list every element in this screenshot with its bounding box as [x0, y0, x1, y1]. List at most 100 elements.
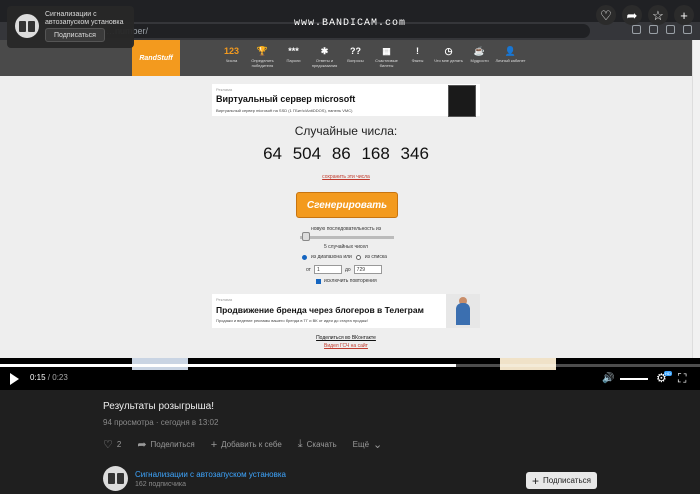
download-button[interactable]: ⤓ Скачать	[298, 438, 337, 451]
like-count: 2	[116, 440, 122, 449]
count-slider-track	[300, 236, 394, 239]
notification-avatar	[15, 14, 39, 38]
chevron-down-icon: ⌄	[373, 439, 383, 451]
channel-avatar[interactable]	[103, 466, 128, 491]
radio-range-dot	[302, 254, 307, 260]
heart-icon: ♡	[103, 439, 113, 451]
vk-share-link: Поделиться во ВКонтакте	[316, 335, 376, 341]
nav-glyph: ??	[350, 46, 361, 56]
site-nav-label: Счастливые билеты	[375, 58, 398, 68]
ad-desc: Виртуальный сервер microsoft на SSD (1 Г…	[216, 108, 353, 113]
nav-glyph: !	[416, 46, 419, 56]
fullscreen-icon[interactable]: ⛶	[678, 371, 686, 386]
progress-fill	[0, 364, 457, 367]
video-top-actions: ♡ ➦ ☆ +	[596, 5, 694, 25]
ad-bottom: Реклама Продвижение бренда через блогеро…	[212, 294, 480, 328]
ad-title: Продвижение бренда через блогеров в Теле…	[216, 305, 424, 315]
ad-source: Реклама	[216, 297, 233, 302]
exclude-checkbox-row: исключить повторения	[316, 278, 377, 284]
recorded-browser-icons	[632, 25, 692, 34]
publish-date: сегодня в 13:02	[160, 418, 219, 427]
notification-subscribe-button[interactable]: Подписаться	[45, 28, 105, 42]
site-nav-label: Ответы и предсказания	[311, 58, 338, 68]
from-input: 1	[313, 265, 342, 274]
site-logo: RandStuff	[132, 40, 180, 76]
random-numbers: 64 504 86 168 346	[263, 144, 429, 163]
channel-name[interactable]: Сигнализации с автозапуском установка	[135, 470, 286, 479]
site-nav-label: Определить победителя	[251, 58, 274, 68]
progress-bar[interactable]	[0, 364, 700, 367]
from-label: от	[306, 266, 311, 273]
wheel-icon: ✱	[320, 46, 329, 56]
video-actions: ♡ 2 ➦ Поделиться + Добавить к себе ⤓ Скачать…	[103, 438, 398, 451]
site-nav-item: ?? Вопросы	[340, 44, 371, 68]
recorded-website: RandStuff 123 Числа 🏆 Определить победителя…	[0, 40, 700, 358]
server-image	[448, 85, 476, 117]
subscribe-notification: Сигнализации с автозапуском установка По…	[7, 6, 134, 48]
plus-icon[interactable]: +	[674, 5, 694, 25]
more-label: Ещё	[352, 440, 370, 449]
generate-button: Сгенерировать	[296, 192, 398, 218]
time-display: 0:15 / 0:23	[30, 373, 68, 382]
site-nav-label: Мудрости	[470, 58, 489, 63]
channel-subscribers: 162 подписчика	[135, 481, 187, 488]
share-icon[interactable]: ➦	[622, 5, 642, 25]
ticket-icon: ▦	[382, 46, 391, 56]
exclude-checkbox	[316, 278, 321, 284]
play-icon[interactable]	[10, 373, 19, 385]
count-slider-knob	[302, 232, 310, 241]
duration: 0:23	[52, 373, 68, 382]
download-label: Скачать	[306, 440, 337, 449]
range-inputs: от 1 до 729	[306, 265, 382, 274]
more-button[interactable]: Ещё ⌄	[353, 438, 383, 451]
page-root: …number/ www.BANDICAM.com RandStuff 123Ч…	[0, 0, 700, 494]
current-time: 0:15	[30, 373, 46, 382]
add-label: Добавить к себе	[221, 440, 282, 449]
site-scrollbar	[692, 40, 700, 358]
heart-icon[interactable]: ♡	[596, 5, 616, 25]
download-icon: ⤓	[297, 438, 303, 450]
share-icon: ➦	[137, 439, 147, 451]
video-player[interactable]: …number/ www.BANDICAM.com RandStuff 123Ч…	[0, 0, 700, 390]
ad-desc: Продажи и ведение рекламы вашего бренда …	[216, 318, 368, 323]
hd-badge: HD	[664, 371, 672, 376]
video-meta: 94 просмотра · сегодня в 13:02	[103, 418, 219, 427]
site-nav-item: 👤 Личный кабинет	[495, 44, 526, 68]
subscribe-label: Подписаться	[543, 476, 591, 485]
star-icon[interactable]: ☆	[648, 5, 668, 25]
notification-text: Сигнализации с автозапуском установка	[45, 11, 124, 26]
site-nav-label: Факты	[411, 58, 424, 63]
site-nav-item: ! Факты	[402, 44, 433, 68]
add-button[interactable]: + Добавить к себе	[211, 439, 282, 451]
ad-top: Реклама Виртуальный сервер microsoft Вир…	[212, 84, 480, 117]
video-title: Результаты розыгрыша!	[103, 401, 214, 412]
site-nav-item: ☕ Мудрости	[464, 44, 495, 68]
user-icon: 👤	[504, 46, 517, 56]
like-button[interactable]: ♡ 2	[103, 438, 121, 451]
site-nav-label: Вопросы	[347, 58, 364, 63]
site-nav-item: ◷ Что мне делать	[433, 44, 464, 68]
site-nav-label: Личный кабинет	[495, 58, 526, 63]
subscribe-button[interactable]: + Подписаться	[526, 472, 597, 489]
share-button[interactable]: ➦ Поделиться	[137, 438, 194, 451]
site-nav-label: Пароли	[286, 58, 301, 63]
plus-icon: +	[532, 473, 540, 488]
view-count: 94 просмотра	[103, 418, 154, 427]
radio-list-dot	[355, 254, 361, 260]
trophy-icon: 🏆	[256, 46, 269, 56]
volume-icon[interactable]: 🔊	[602, 373, 614, 384]
random-heading: Случайные числа:	[294, 124, 398, 138]
site-nav-item: ▦ Счастливые билеты	[371, 44, 402, 68]
clock-icon: ◷	[444, 46, 453, 56]
to-input: 729	[353, 265, 382, 274]
ad-source: Реклама	[216, 87, 233, 92]
ad-person-image	[446, 294, 480, 328]
site-nav-item: ✱ Ответы и предсказания	[309, 44, 340, 68]
site-ad-link: Видел ГСЧ на сайт	[324, 343, 368, 349]
site-nav-item: 123 Числа	[216, 44, 247, 68]
volume-slider[interactable]	[620, 378, 648, 380]
bandicam-watermark: www.BANDICAM.com	[294, 18, 407, 29]
cup-icon: ☕	[473, 46, 486, 56]
radio-list-label: из списка	[364, 254, 387, 260]
site-nav-items: 123 Числа 🏆 Определить победителя *** Пароли ✱…	[216, 44, 526, 68]
